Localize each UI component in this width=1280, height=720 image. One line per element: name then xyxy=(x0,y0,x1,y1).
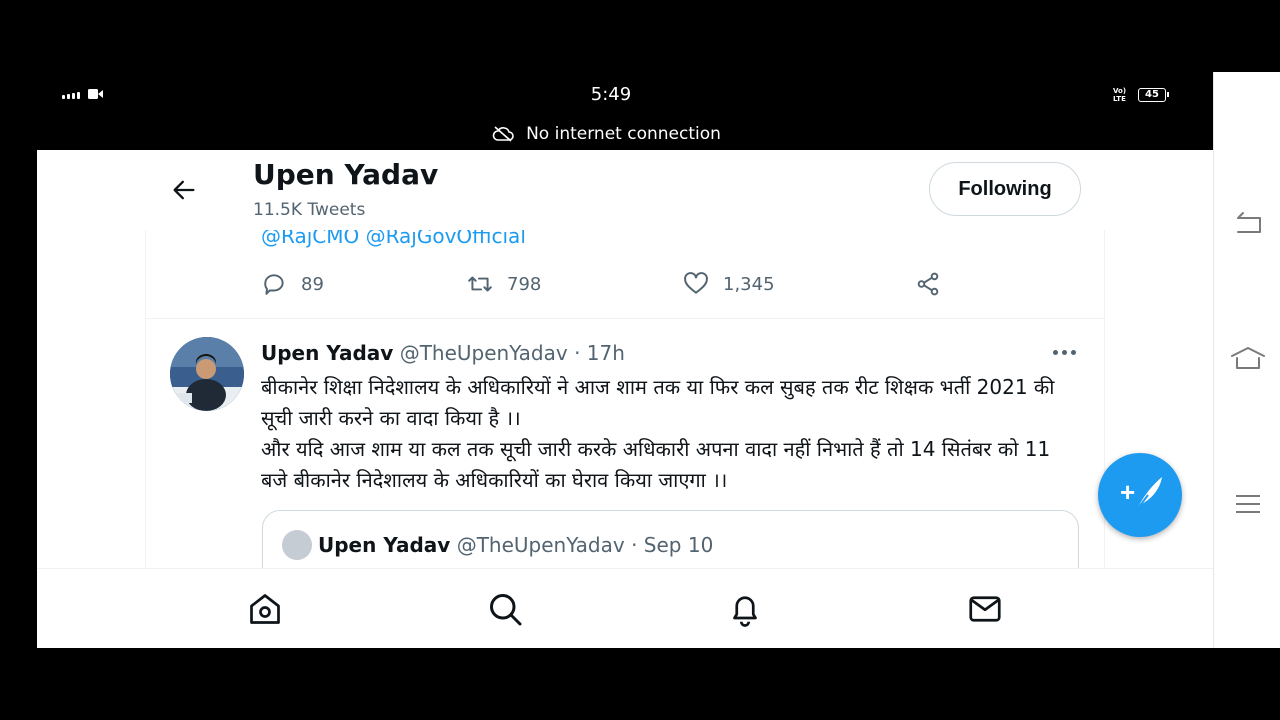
feather-icon xyxy=(1135,477,1162,512)
comment-icon xyxy=(264,274,284,295)
tweet-body: बीकानेर शिक्षा निदेशालय के अधिकारियों ने… xyxy=(261,372,1071,496)
retweet-count: 798 xyxy=(507,273,542,295)
bell-icon xyxy=(733,596,757,627)
tweet-header: Upen Yadav @TheUpenYadav · 17h xyxy=(261,341,625,365)
reply-count: 89 xyxy=(301,273,324,295)
system-menu-icon xyxy=(1236,495,1260,513)
system-home-icon xyxy=(1231,347,1265,369)
arrow-left-icon[interactable] xyxy=(170,176,198,204)
nav-home[interactable] xyxy=(247,591,283,627)
mail-icon xyxy=(969,596,1001,622)
volte-indicator: Vo) LTE xyxy=(1113,87,1127,103)
tweet-text-line: बीकानेर शिक्षा निदेशालय के अधिकारियों ने… xyxy=(261,375,1055,430)
battery-icon: 45 xyxy=(1138,88,1169,102)
status-bar: 5:49 Vo) LTE 45 No internet connection xyxy=(0,72,1213,150)
more-options-icon[interactable] xyxy=(1053,350,1076,355)
tweet-author-name[interactable]: Upen Yadav xyxy=(261,341,393,365)
search-icon xyxy=(490,594,522,626)
heart-icon xyxy=(684,272,708,294)
tweet-divider xyxy=(146,318,1104,319)
system-back-icon xyxy=(1237,212,1261,233)
retweet-action[interactable]: 798 xyxy=(467,271,541,297)
bottom-navigation xyxy=(37,568,1213,648)
nav-search[interactable] xyxy=(487,591,523,627)
quoted-tweet-header: Upen Yadav @TheUpenYadav · Sep 10 xyxy=(318,533,713,557)
home-icon xyxy=(250,594,280,624)
nav-notifications[interactable] xyxy=(727,591,763,627)
avatar-photo xyxy=(170,337,244,411)
quoted-timestamp: · Sep 10 xyxy=(624,533,714,557)
tweet-timestamp: · 17h xyxy=(567,341,625,365)
tweet-author-handle[interactable]: @TheUpenYadav xyxy=(400,341,568,365)
quoted-author-name: Upen Yadav xyxy=(318,533,451,557)
following-button[interactable]: Following xyxy=(929,162,1081,216)
page-title: Upen Yadav xyxy=(253,158,439,191)
system-menu-button[interactable] xyxy=(1230,490,1266,520)
cloud-off-icon xyxy=(492,126,514,142)
system-back-button[interactable] xyxy=(1230,208,1266,238)
like-action[interactable]: 1,345 xyxy=(683,271,775,297)
nav-messages[interactable] xyxy=(967,591,1003,627)
tweet-count: 11.5K Tweets xyxy=(253,200,366,220)
tweet-text-line: और यदि आज शाम या कल तक सूची जारी करके अध… xyxy=(261,437,1051,492)
signal-icon xyxy=(62,92,80,99)
system-home-button[interactable] xyxy=(1230,344,1266,374)
no-internet-banner: No internet connection xyxy=(0,122,1213,146)
profile-header: Upen Yadav 11.5K Tweets Following xyxy=(37,150,1213,230)
video-camera-icon xyxy=(88,89,103,99)
twitter-app: @RajCMO @RajGovOfficial 89 798 1,345 Upe… xyxy=(37,150,1213,648)
compose-tweet-button[interactable]: + xyxy=(1098,453,1182,537)
retweet-icon xyxy=(468,276,492,292)
avatar[interactable] xyxy=(170,337,244,411)
like-count: 1,345 xyxy=(723,273,775,295)
system-navigation-bar xyxy=(1213,72,1280,648)
status-time: 5:49 xyxy=(590,84,632,105)
reply-action[interactable]: 89 xyxy=(261,271,324,297)
share-action[interactable] xyxy=(915,271,941,297)
share-icon xyxy=(917,272,939,296)
quoted-avatar xyxy=(282,530,312,560)
no-internet-text: No internet connection xyxy=(526,124,721,144)
quoted-author-handle: @TheUpenYadav xyxy=(456,533,625,557)
